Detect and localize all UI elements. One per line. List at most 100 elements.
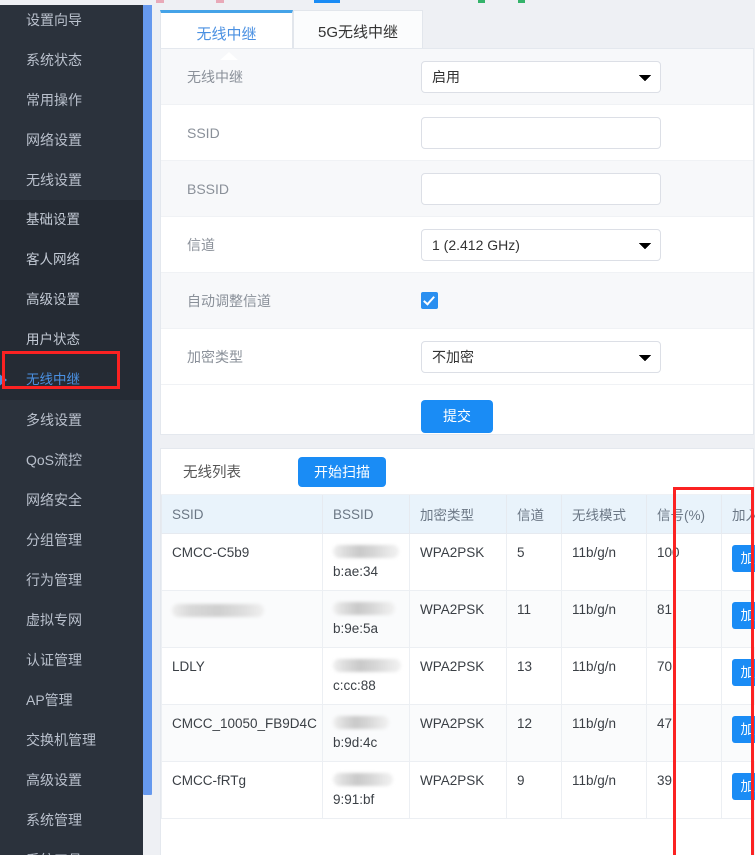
label-encryption: 加密类型	[161, 347, 421, 367]
submit-button[interactable]: 提交	[421, 400, 493, 433]
sidebar-item-18[interactable]: 交换机管理	[0, 720, 143, 760]
label-bssid: BSSID	[161, 181, 421, 197]
table-row: CMCC-C5b9b:ae:34WPA2PSK511b/g/n100加入	[162, 534, 755, 591]
cell-channel: 12	[507, 705, 562, 762]
sidebar-item-15[interactable]: 虚拟专网	[0, 600, 143, 640]
sidebar-item-2[interactable]: 常用操作	[0, 80, 143, 120]
browser-tabstrip-sliver	[0, 0, 755, 5]
sidebar-item-3[interactable]: 网络设置	[0, 120, 143, 160]
sidebar-item-16[interactable]: 认证管理	[0, 640, 143, 680]
tab-5g-wireless-relay[interactable]: 5G无线中继	[293, 10, 423, 53]
cell-bssid: 9:91:bf	[323, 762, 410, 819]
table-row: CMCC-fRTg9:91:bfWPA2PSK911b/g/n39加入	[162, 762, 755, 819]
cell-join: 加入	[722, 648, 755, 705]
join-button[interactable]: 加入	[732, 773, 755, 800]
cell-bssid: b:9e:5a	[323, 591, 410, 648]
table-row: b:9e:5aWPA2PSK1111b/g/n81加入	[162, 591, 755, 648]
sidebar-scrollbar-thumb[interactable]	[143, 0, 152, 795]
encryption-select[interactable]: 不加密	[421, 341, 661, 373]
table-row: LDLYc:cc:88WPA2PSK1311b/g/n70加入	[162, 648, 755, 705]
col-header-mode: 无线模式	[562, 495, 647, 534]
form-row-ssid: SSID	[161, 105, 753, 161]
label-auto-channel: 自动调整信道	[161, 291, 421, 311]
sidebar-item-7[interactable]: 高级设置	[0, 280, 143, 320]
cell-join: 加入	[722, 534, 755, 591]
sidebar-item-6[interactable]: 客人网络	[0, 240, 143, 280]
cell-encryption: WPA2PSK	[410, 648, 507, 705]
cell-bssid: b:9d:4c	[323, 705, 410, 762]
sidebar-subgroup: 基础设置客人网络高级设置用户状态无线中继	[0, 200, 143, 400]
sidebar-item-0[interactable]: 设置向导	[0, 0, 143, 40]
sidebar-item-2-label: 常用操作	[26, 92, 82, 108]
cell-ssid: LDLY	[172, 659, 205, 674]
form-row-encryption: 加密类型 不加密	[161, 329, 753, 385]
sidebar-item-20-label: 系统管理	[26, 812, 82, 828]
sidebar-item-0-label: 设置向导	[26, 12, 82, 28]
cell-bssid-suffix: 9:91:bf	[333, 792, 374, 807]
cell-signal: 47	[647, 705, 722, 762]
sidebar-item-9[interactable]: 无线中继	[0, 360, 143, 400]
join-button[interactable]: 加入	[732, 716, 755, 743]
join-button[interactable]: 加入	[732, 659, 755, 686]
sidebar-item-12-label: 网络安全	[26, 492, 82, 508]
redacted-bssid-prefix	[333, 545, 399, 558]
sidebar-item-13-label: 分组管理	[26, 532, 82, 548]
redacted-ssid	[172, 604, 264, 617]
wireless-relay-select[interactable]: 启用	[421, 61, 661, 93]
cell-ssid: CMCC-fRTg	[172, 773, 246, 788]
col-header-channel: 信道	[507, 495, 562, 534]
cell-bssid: c:cc:88	[323, 648, 410, 705]
join-button[interactable]: 加入	[732, 545, 755, 572]
start-scan-button[interactable]: 开始扫描	[298, 457, 386, 487]
join-button[interactable]: 加入	[732, 602, 755, 629]
sidebar-item-8[interactable]: 用户状态	[0, 320, 143, 360]
cell-join: 加入	[722, 705, 755, 762]
sidebar-item-4[interactable]: 无线设置	[0, 160, 143, 200]
form-row-submit: 提交	[161, 385, 753, 447]
cell-signal: 39	[647, 762, 722, 819]
sidebar-item-10[interactable]: 多线设置	[0, 400, 143, 440]
router-admin-screen: 设置向导系统状态常用操作网络设置无线设置基础设置客人网络高级设置用户状态无线中继…	[0, 0, 755, 855]
cell-ssid: CMCC_10050_FB9D4C	[172, 716, 317, 731]
sidebar-nav: 设置向导系统状态常用操作网络设置无线设置基础设置客人网络高级设置用户状态无线中继…	[0, 0, 143, 855]
wireless-list-header: 无线列表 开始扫描	[161, 449, 753, 495]
col-header-join: 加入	[722, 495, 755, 534]
channel-select[interactable]: 1 (2.412 GHz)	[421, 229, 661, 261]
cell-bssid-suffix: c:cc:88	[333, 678, 376, 693]
cell-signal: 81	[647, 591, 722, 648]
form-row-auto-channel: 自动调整信道	[161, 273, 753, 329]
cell-bssid: b:ae:34	[323, 534, 410, 591]
sidebar-item-11-label: QoS流控	[26, 452, 82, 468]
sidebar-item-20[interactable]: 系统管理	[0, 800, 143, 840]
ssid-input[interactable]	[421, 117, 661, 149]
cell-ssid-wrap: LDLY	[162, 648, 323, 705]
cell-ssid-wrap: CMCC-fRTg	[162, 762, 323, 819]
auto-channel-checkbox[interactable]	[421, 292, 438, 309]
sidebar-item-14-label: 行为管理	[26, 572, 82, 588]
tab-bar: 无线中继 5G无线中继	[160, 5, 755, 53]
tab-wireless-relay[interactable]: 无线中继	[160, 10, 293, 53]
sidebar-item-1[interactable]: 系统状态	[0, 40, 143, 80]
sidebar-item-12[interactable]: 网络安全	[0, 480, 143, 520]
sidebar-item-19[interactable]: 高级设置	[0, 760, 143, 800]
cell-mode: 11b/g/n	[562, 762, 647, 819]
sidebar-item-11[interactable]: QoS流控	[0, 440, 143, 480]
cell-signal: 70	[647, 648, 722, 705]
sidebar-item-14[interactable]: 行为管理	[0, 560, 143, 600]
sidebar-item-21[interactable]: 系统工具	[0, 840, 143, 855]
cell-channel: 13	[507, 648, 562, 705]
sidebar-item-17[interactable]: AP管理	[0, 680, 143, 720]
cell-ssid-wrap	[162, 591, 323, 648]
redacted-bssid-prefix	[333, 602, 395, 615]
sidebar-item-5[interactable]: 基础设置	[0, 200, 143, 240]
wireless-list-table: SSID BSSID 加密类型 信道 无线模式 信号(%) 加入 CMCC-C5…	[161, 495, 755, 819]
bssid-input[interactable]	[421, 173, 661, 205]
sidebar-item-13[interactable]: 分组管理	[0, 520, 143, 560]
sidebar-item-3-label: 网络设置	[26, 132, 82, 148]
form-row-bssid: BSSID	[161, 161, 753, 217]
cell-encryption: WPA2PSK	[410, 762, 507, 819]
cell-join: 加入	[722, 591, 755, 648]
active-tab-notch	[220, 52, 238, 60]
label-channel: 信道	[161, 235, 421, 255]
col-header-bssid: BSSID	[323, 495, 410, 534]
